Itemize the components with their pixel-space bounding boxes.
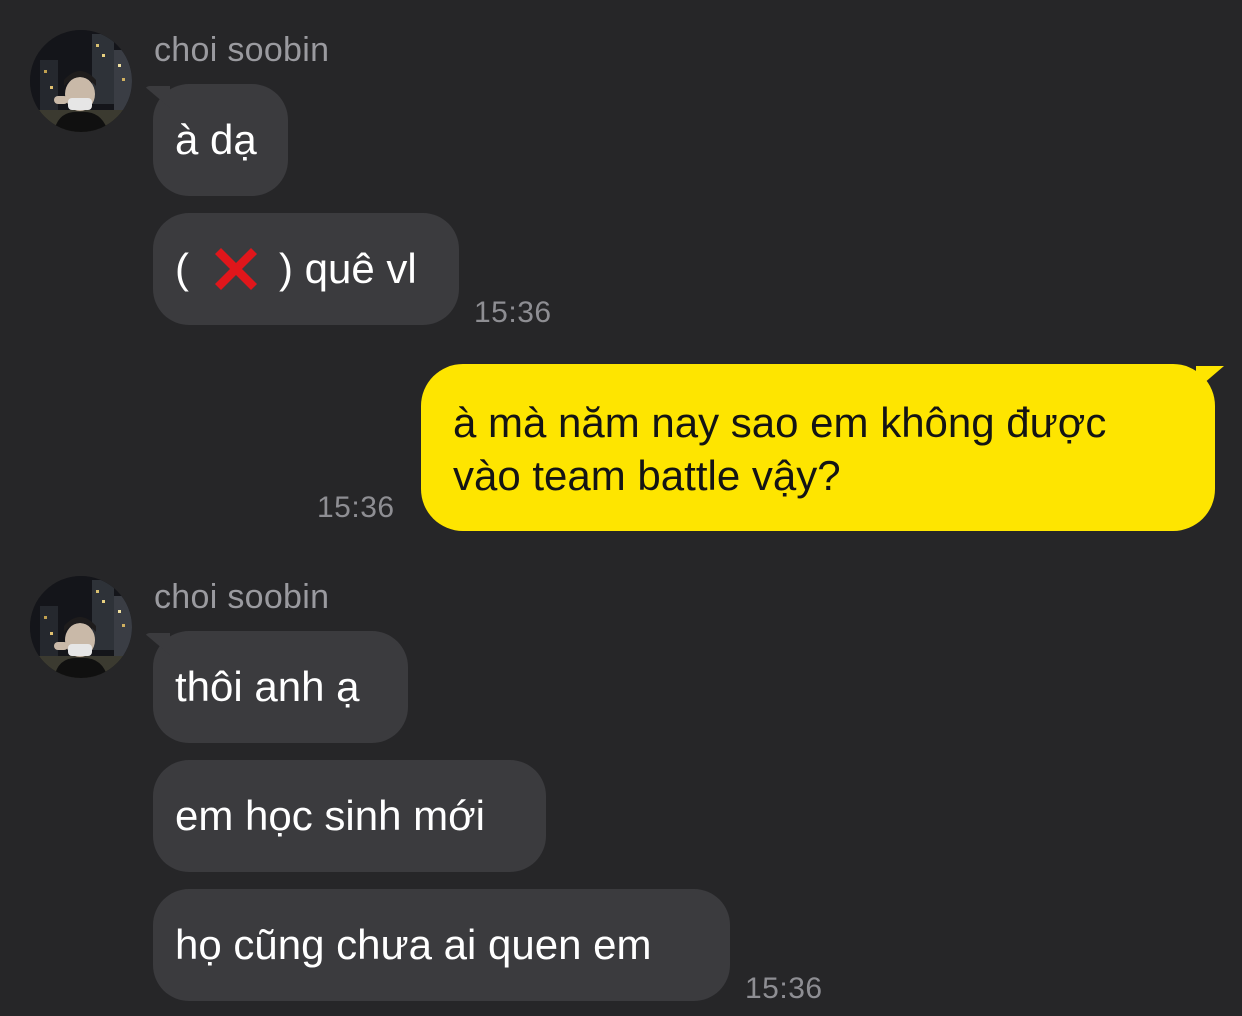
avatar-photo-icon [30, 30, 132, 132]
avatar[interactable] [30, 30, 132, 132]
outgoing-message-bubble[interactable]: à mà năm nay sao em không được vào team … [421, 364, 1215, 531]
message-text: em học sinh mới [175, 792, 485, 839]
message-text: họ cũng chưa ai quen em [175, 921, 652, 968]
chat-thread[interactable]: choi soobin à dạ ( ) quê vl 15:36 15:36 … [0, 0, 1242, 1016]
message-text: à dạ [175, 116, 257, 163]
message-bubble[interactable]: thôi anh ạ [153, 631, 408, 743]
message-bubble[interactable]: ( ) quê vl [153, 213, 459, 325]
avatar[interactable] [30, 576, 132, 678]
timestamp: 15:36 [474, 296, 552, 329]
message-bubble[interactable]: à dạ [153, 84, 288, 196]
message-text: ) quê vl [279, 245, 417, 292]
message-bubble[interactable]: họ cũng chưa ai quen em [153, 889, 730, 1001]
timestamp: 15:36 [317, 491, 395, 524]
timestamp: 15:36 [745, 972, 823, 1005]
sender-name: choi soobin [154, 578, 330, 616]
message-text: thôi anh ạ [175, 663, 360, 710]
message-text-line: vào team battle vậy? [453, 452, 841, 499]
cross-mark-icon [215, 248, 257, 290]
sender-name: choi soobin [154, 31, 330, 69]
message-bubble[interactable]: em học sinh mới [153, 760, 546, 872]
avatar-photo-icon [30, 576, 132, 678]
message-text-line: à mà năm nay sao em không được [453, 399, 1107, 446]
message-text: ( [175, 245, 189, 292]
